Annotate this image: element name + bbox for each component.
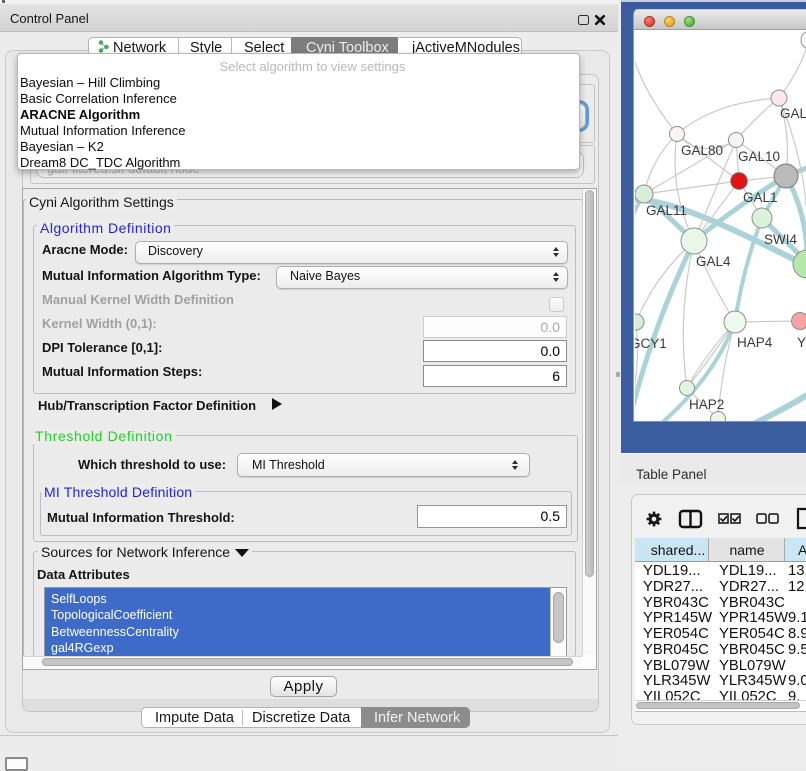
svg-text:HAP4: HAP4	[737, 335, 773, 350]
svg-text:GAL10: GAL10	[738, 149, 780, 164]
svg-text:YM: YM	[797, 335, 806, 350]
svg-text:GAL2: GAL2	[780, 106, 806, 121]
svg-text:GCY1: GCY1	[635, 336, 667, 351]
svg-text:SWI4: SWI4	[764, 232, 797, 247]
svg-text:GAL1: GAL1	[743, 190, 778, 205]
svg-text:GAL4: GAL4	[696, 254, 731, 269]
svg-text:HAP2: HAP2	[689, 397, 724, 412]
svg-text:GAL11: GAL11	[646, 203, 687, 218]
svg-text:GAL80: GAL80	[681, 143, 723, 158]
